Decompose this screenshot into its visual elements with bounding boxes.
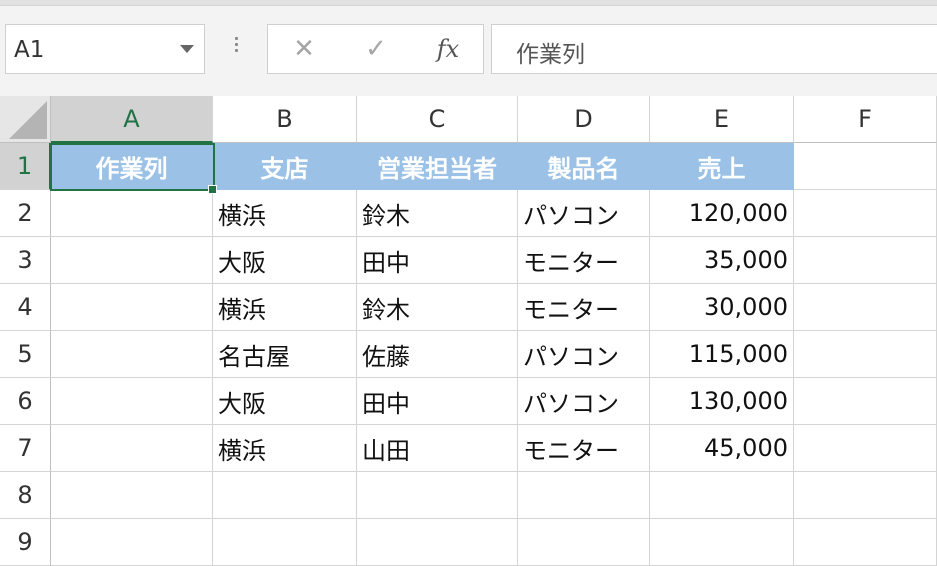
formula-bar-content: 作業列 [516, 42, 585, 68]
enter-icon[interactable]: ✓ [358, 33, 394, 65]
row-header-1[interactable]: 1 [0, 143, 51, 190]
insert-function-icon[interactable]: fx [430, 33, 466, 65]
cell-e9[interactable] [650, 519, 794, 566]
cell-a6[interactable] [51, 378, 213, 425]
cell-b2[interactable]: 横浜 [213, 190, 357, 237]
cell-c4[interactable]: 鈴木 [357, 284, 518, 331]
row-header-2[interactable]: 2 [0, 190, 51, 237]
cancel-icon[interactable]: ✕ [286, 33, 322, 65]
cell-b6[interactable]: 大阪 [213, 378, 357, 425]
cell-d8[interactable] [518, 472, 650, 519]
cell-e2[interactable]: 120,000 [650, 190, 794, 237]
cell-a9[interactable] [51, 519, 213, 566]
cell-c6[interactable]: 田中 [357, 378, 518, 425]
row-header-4[interactable]: 4 [0, 284, 51, 331]
cell-a5[interactable] [51, 331, 213, 378]
cell-a7[interactable] [51, 425, 213, 472]
cell-e8[interactable] [650, 472, 794, 519]
cell-a2[interactable] [51, 190, 213, 237]
cell-c5[interactable]: 佐藤 [357, 331, 518, 378]
cell-d6[interactable]: パソコン [518, 378, 650, 425]
cell-a8[interactable] [51, 472, 213, 519]
cell-a1[interactable]: 作業列 [51, 143, 213, 190]
cell-d7[interactable]: モニター [518, 425, 650, 472]
row-header-9[interactable]: 9 [0, 519, 51, 566]
cell-f2[interactable] [794, 190, 937, 237]
fill-handle[interactable] [208, 185, 217, 194]
cell-a3[interactable] [51, 237, 213, 284]
row-header-8[interactable]: 8 [0, 472, 51, 519]
cell-f1[interactable] [794, 143, 937, 190]
chevron-down-icon[interactable] [180, 45, 194, 53]
row-header-7[interactable]: 7 [0, 425, 51, 472]
cell-b5[interactable]: 名古屋 [213, 331, 357, 378]
cell-d1[interactable]: 製品名 [518, 143, 650, 190]
cell-b3[interactable]: 大阪 [213, 237, 357, 284]
cell-e3[interactable]: 35,000 [650, 237, 794, 284]
name-box-value: A1 [14, 37, 45, 63]
formula-area: A1 ✕ ✓ fx 作業列 [0, 6, 937, 96]
cell-d9[interactable] [518, 519, 650, 566]
column-header-b[interactable]: B [213, 96, 357, 143]
cell-e4[interactable]: 30,000 [650, 284, 794, 331]
column-header-f[interactable]: F [794, 96, 937, 143]
column-header-d[interactable]: D [518, 96, 650, 143]
cell-f8[interactable] [794, 472, 937, 519]
cell-c1[interactable]: 営業担当者 [357, 143, 518, 190]
select-all-triangle-icon [9, 101, 47, 139]
cell-b1[interactable]: 支店 [213, 143, 357, 190]
cell-a4[interactable] [51, 284, 213, 331]
cell-f9[interactable] [794, 519, 937, 566]
cell-d2[interactable]: パソコン [518, 190, 650, 237]
cell-e5[interactable]: 115,000 [650, 331, 794, 378]
drag-handle-icon[interactable] [233, 34, 239, 64]
row-header-3[interactable]: 3 [0, 237, 51, 284]
select-all-button[interactable] [0, 96, 51, 143]
cell-f6[interactable] [794, 378, 937, 425]
column-header-e[interactable]: E [650, 96, 794, 143]
cell-d4[interactable]: モニター [518, 284, 650, 331]
cell-f7[interactable] [794, 425, 937, 472]
cell-b4[interactable]: 横浜 [213, 284, 357, 331]
cell-b9[interactable] [213, 519, 357, 566]
cell-f5[interactable] [794, 331, 937, 378]
row-header-6[interactable]: 6 [0, 378, 51, 425]
cell-c7[interactable]: 山田 [357, 425, 518, 472]
formula-bar-input[interactable]: 作業列 [491, 24, 937, 74]
cell-c3[interactable]: 田中 [357, 237, 518, 284]
cell-d5[interactable]: パソコン [518, 331, 650, 378]
cell-c9[interactable] [357, 519, 518, 566]
name-box[interactable]: A1 [5, 24, 205, 74]
cell-f4[interactable] [794, 284, 937, 331]
cell-e6[interactable]: 130,000 [650, 378, 794, 425]
cell-d3[interactable]: モニター [518, 237, 650, 284]
formula-buttons: ✕ ✓ fx [267, 24, 484, 74]
cell-f3[interactable] [794, 237, 937, 284]
cell-b7[interactable]: 横浜 [213, 425, 357, 472]
cell-b8[interactable] [213, 472, 357, 519]
column-header-c[interactable]: C [357, 96, 518, 143]
row-header-5[interactable]: 5 [0, 331, 51, 378]
cell-e7[interactable]: 45,000 [650, 425, 794, 472]
cell-e1[interactable]: 売上 [650, 143, 794, 190]
cell-c2[interactable]: 鈴木 [357, 190, 518, 237]
cell-c8[interactable] [357, 472, 518, 519]
column-header-a[interactable]: A [51, 96, 213, 143]
